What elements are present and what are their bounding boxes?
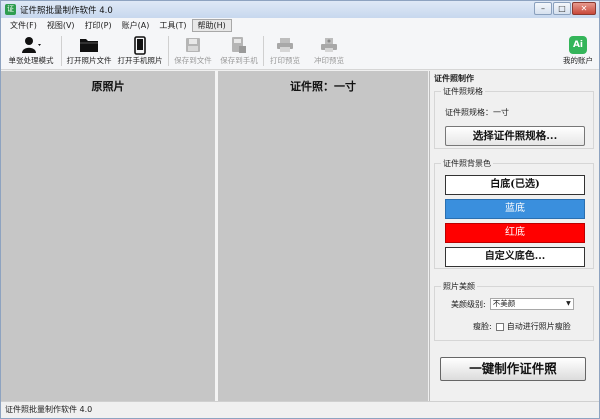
- beauty-group: 照片美颜 美颜级别: 不美颜 ▼ 瘦脸: 自动进行照片瘦脸: [434, 281, 594, 341]
- print-preview-button[interactable]: 打印预览: [268, 33, 302, 69]
- id-photo-pane[interactable]: 证件照：一寸: [218, 71, 428, 401]
- status-bar: 证件照批量制作软件 4.0: [1, 401, 599, 418]
- spec-group-title: 证件照规格: [441, 86, 485, 97]
- close-button[interactable]: ✕: [572, 2, 596, 15]
- slim-face-row: 瘦脸: 自动进行照片瘦脸: [473, 321, 571, 332]
- app-logo-icon: 证: [5, 4, 16, 15]
- menu-file[interactable]: 文件(F): [5, 19, 42, 32]
- menu-view[interactable]: 视图(V): [42, 19, 80, 32]
- spec-group: 证件照规格 证件照规格：一寸 选择证件照规格...: [434, 86, 594, 149]
- panel-header: 证件照制作: [430, 71, 599, 86]
- id-photo-title: 证件照：一寸: [290, 80, 356, 93]
- red-bg-button[interactable]: 红底: [445, 223, 585, 243]
- toolbar-separator: [168, 36, 169, 66]
- slim-face-label: 瘦脸:: [473, 322, 492, 331]
- save-to-phone-label: 保存到手机: [220, 56, 258, 65]
- status-text: 证件照批量制作软件 4.0: [5, 405, 93, 414]
- blue-bg-button[interactable]: 蓝底: [445, 199, 585, 219]
- white-bg-button[interactable]: 白底(已选): [445, 175, 585, 195]
- toolbar-separator: [263, 36, 264, 66]
- wash-preview-label: 冲印预览: [314, 56, 344, 65]
- one-click-make-button[interactable]: 一键制作证件照: [440, 357, 586, 381]
- wash-preview-button[interactable]: 冲印预览: [312, 33, 346, 69]
- slim-face-checkbox[interactable]: [495, 322, 504, 331]
- beauty-level-label: 美颜级别:: [451, 299, 486, 309]
- user-dropdown-icon: [20, 35, 42, 55]
- beauty-level-row: 美颜级别: 不美颜 ▼: [451, 298, 574, 310]
- menu-tools[interactable]: 工具(T): [154, 19, 191, 32]
- phone-icon: [134, 35, 146, 55]
- id-photo-panel: 证件照制作 证件照规格 证件照规格：一寸 选择证件照规格... 证件照背景色 白…: [429, 71, 599, 401]
- app-window: 证 证件照批量制作软件 4.0 – □ ✕ 文件(F) 视图(V) 打印(P) …: [0, 0, 600, 419]
- beauty-level-select[interactable]: 不美颜 ▼: [489, 298, 574, 310]
- original-photo-pane[interactable]: 原照片: [1, 71, 215, 401]
- floppy-icon: [185, 35, 201, 55]
- open-photo-file-label: 打开照片文件: [66, 56, 112, 65]
- save-to-file-label: 保存到文件: [174, 56, 212, 65]
- open-photo-file-button[interactable]: 打开照片文件: [66, 33, 112, 69]
- title-bar: 证 证件照批量制作软件 4.0 – □ ✕: [1, 1, 599, 18]
- beauty-level-value: 不美颜: [492, 299, 516, 308]
- print-preview-label: 打印预览: [270, 56, 300, 65]
- minimize-button[interactable]: –: [534, 2, 552, 15]
- menu-account[interactable]: 账户(A): [117, 19, 155, 32]
- window-title: 证件照批量制作软件 4.0: [20, 5, 113, 16]
- bg-group-title: 证件照背景色: [441, 158, 493, 169]
- menu-bar: 文件(F) 视图(V) 打印(P) 账户(A) 工具(T) 帮助(H): [1, 18, 599, 33]
- my-account-button[interactable]: Ai 我的账户: [561, 33, 595, 69]
- single-mode-label: 单张处理模式: [8, 56, 54, 65]
- toolbar: 单张处理模式 打开照片文件 打开手机照片 保存到文件 保存到手机 打印预览 冲印…: [1, 33, 599, 70]
- menu-print[interactable]: 打印(P): [80, 19, 117, 32]
- save-to-phone-button[interactable]: 保存到手机: [219, 33, 259, 69]
- open-phone-photo-label: 打开手机照片: [117, 56, 163, 65]
- photo-print-icon: [320, 35, 338, 55]
- single-mode-button[interactable]: 单张处理模式: [5, 33, 57, 69]
- main-area: 原照片 证件照：一寸 证件照制作 证件照规格 证件照规格：一寸 选择证件照规格.…: [1, 71, 599, 401]
- custom-bg-button[interactable]: 自定义底色...: [445, 247, 585, 267]
- window-controls: – □ ✕: [534, 2, 596, 15]
- original-photo-title: 原照片: [91, 80, 125, 93]
- chevron-down-icon: ▼: [566, 300, 571, 307]
- phone-save-icon: [231, 35, 247, 55]
- toolbar-separator: [61, 36, 62, 66]
- menu-help[interactable]: 帮助(H): [191, 19, 232, 32]
- open-phone-photo-button[interactable]: 打开手机照片: [116, 33, 164, 69]
- spec-current-label: 证件照规格：一寸: [445, 108, 509, 117]
- my-account-label: 我的账户: [563, 56, 593, 65]
- account-ai-icon: Ai: [569, 35, 587, 55]
- maximize-button[interactable]: □: [553, 2, 571, 15]
- choose-spec-button[interactable]: 选择证件照规格...: [445, 126, 585, 146]
- beauty-group-title: 照片美颜: [441, 281, 477, 292]
- printer-icon: [276, 35, 294, 55]
- folder-icon: [79, 35, 99, 55]
- slim-face-checkbox-label[interactable]: 自动进行照片瘦脸: [507, 321, 571, 332]
- save-to-file-button[interactable]: 保存到文件: [173, 33, 213, 69]
- background-color-group: 证件照背景色 白底(已选) 蓝底 红底 自定义底色...: [434, 158, 594, 269]
- account-badge: Ai: [569, 36, 587, 54]
